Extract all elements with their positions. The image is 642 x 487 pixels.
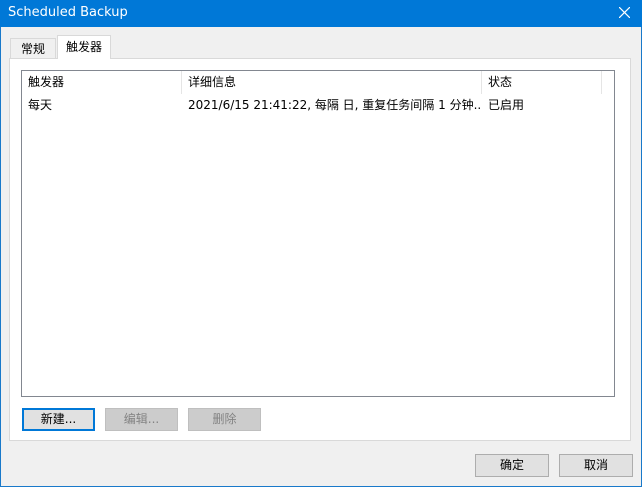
tab-general[interactable]: 常规	[10, 38, 56, 58]
tab-triggers[interactable]: 触发器	[57, 35, 111, 59]
delete-trigger-button[interactable]: 删除	[188, 408, 261, 431]
table-row[interactable]: 每天 2021/6/15 21:41:22, 每隔 日, 重复任务间隔 1 分钟…	[22, 95, 614, 115]
close-icon	[619, 7, 630, 18]
edit-trigger-button[interactable]: 编辑...	[105, 408, 178, 431]
trigger-cell: 每天	[28, 98, 53, 112]
title-bar: Scheduled Backup	[0, 0, 642, 27]
triggers-list[interactable]: 触发器 详细信息 状态 每天 2021/6/15 21:41:22, 每隔 日,…	[21, 70, 615, 397]
column-header-trigger[interactable]: 触发器	[22, 71, 182, 94]
window-border-left	[0, 27, 1, 487]
cancel-button[interactable]: 取消	[559, 454, 633, 477]
window-title: Scheduled Backup	[8, 5, 128, 20]
close-button[interactable]	[614, 3, 636, 23]
triggers-tab-panel: 触发器 详细信息 状态 每天 2021/6/15 21:41:22, 每隔 日,…	[9, 58, 631, 441]
column-header-status[interactable]: 状态	[482, 71, 602, 94]
status-cell: 已启用	[488, 98, 525, 112]
column-header-details[interactable]: 详细信息	[182, 71, 482, 94]
ok-button[interactable]: 确定	[475, 454, 549, 477]
details-cell: 2021/6/15 21:41:22, 每隔 日, 重复任务间隔 1 分钟...	[188, 98, 482, 112]
new-trigger-button[interactable]: 新建...	[22, 408, 95, 431]
list-header: 触发器 详细信息 状态	[22, 71, 614, 94]
